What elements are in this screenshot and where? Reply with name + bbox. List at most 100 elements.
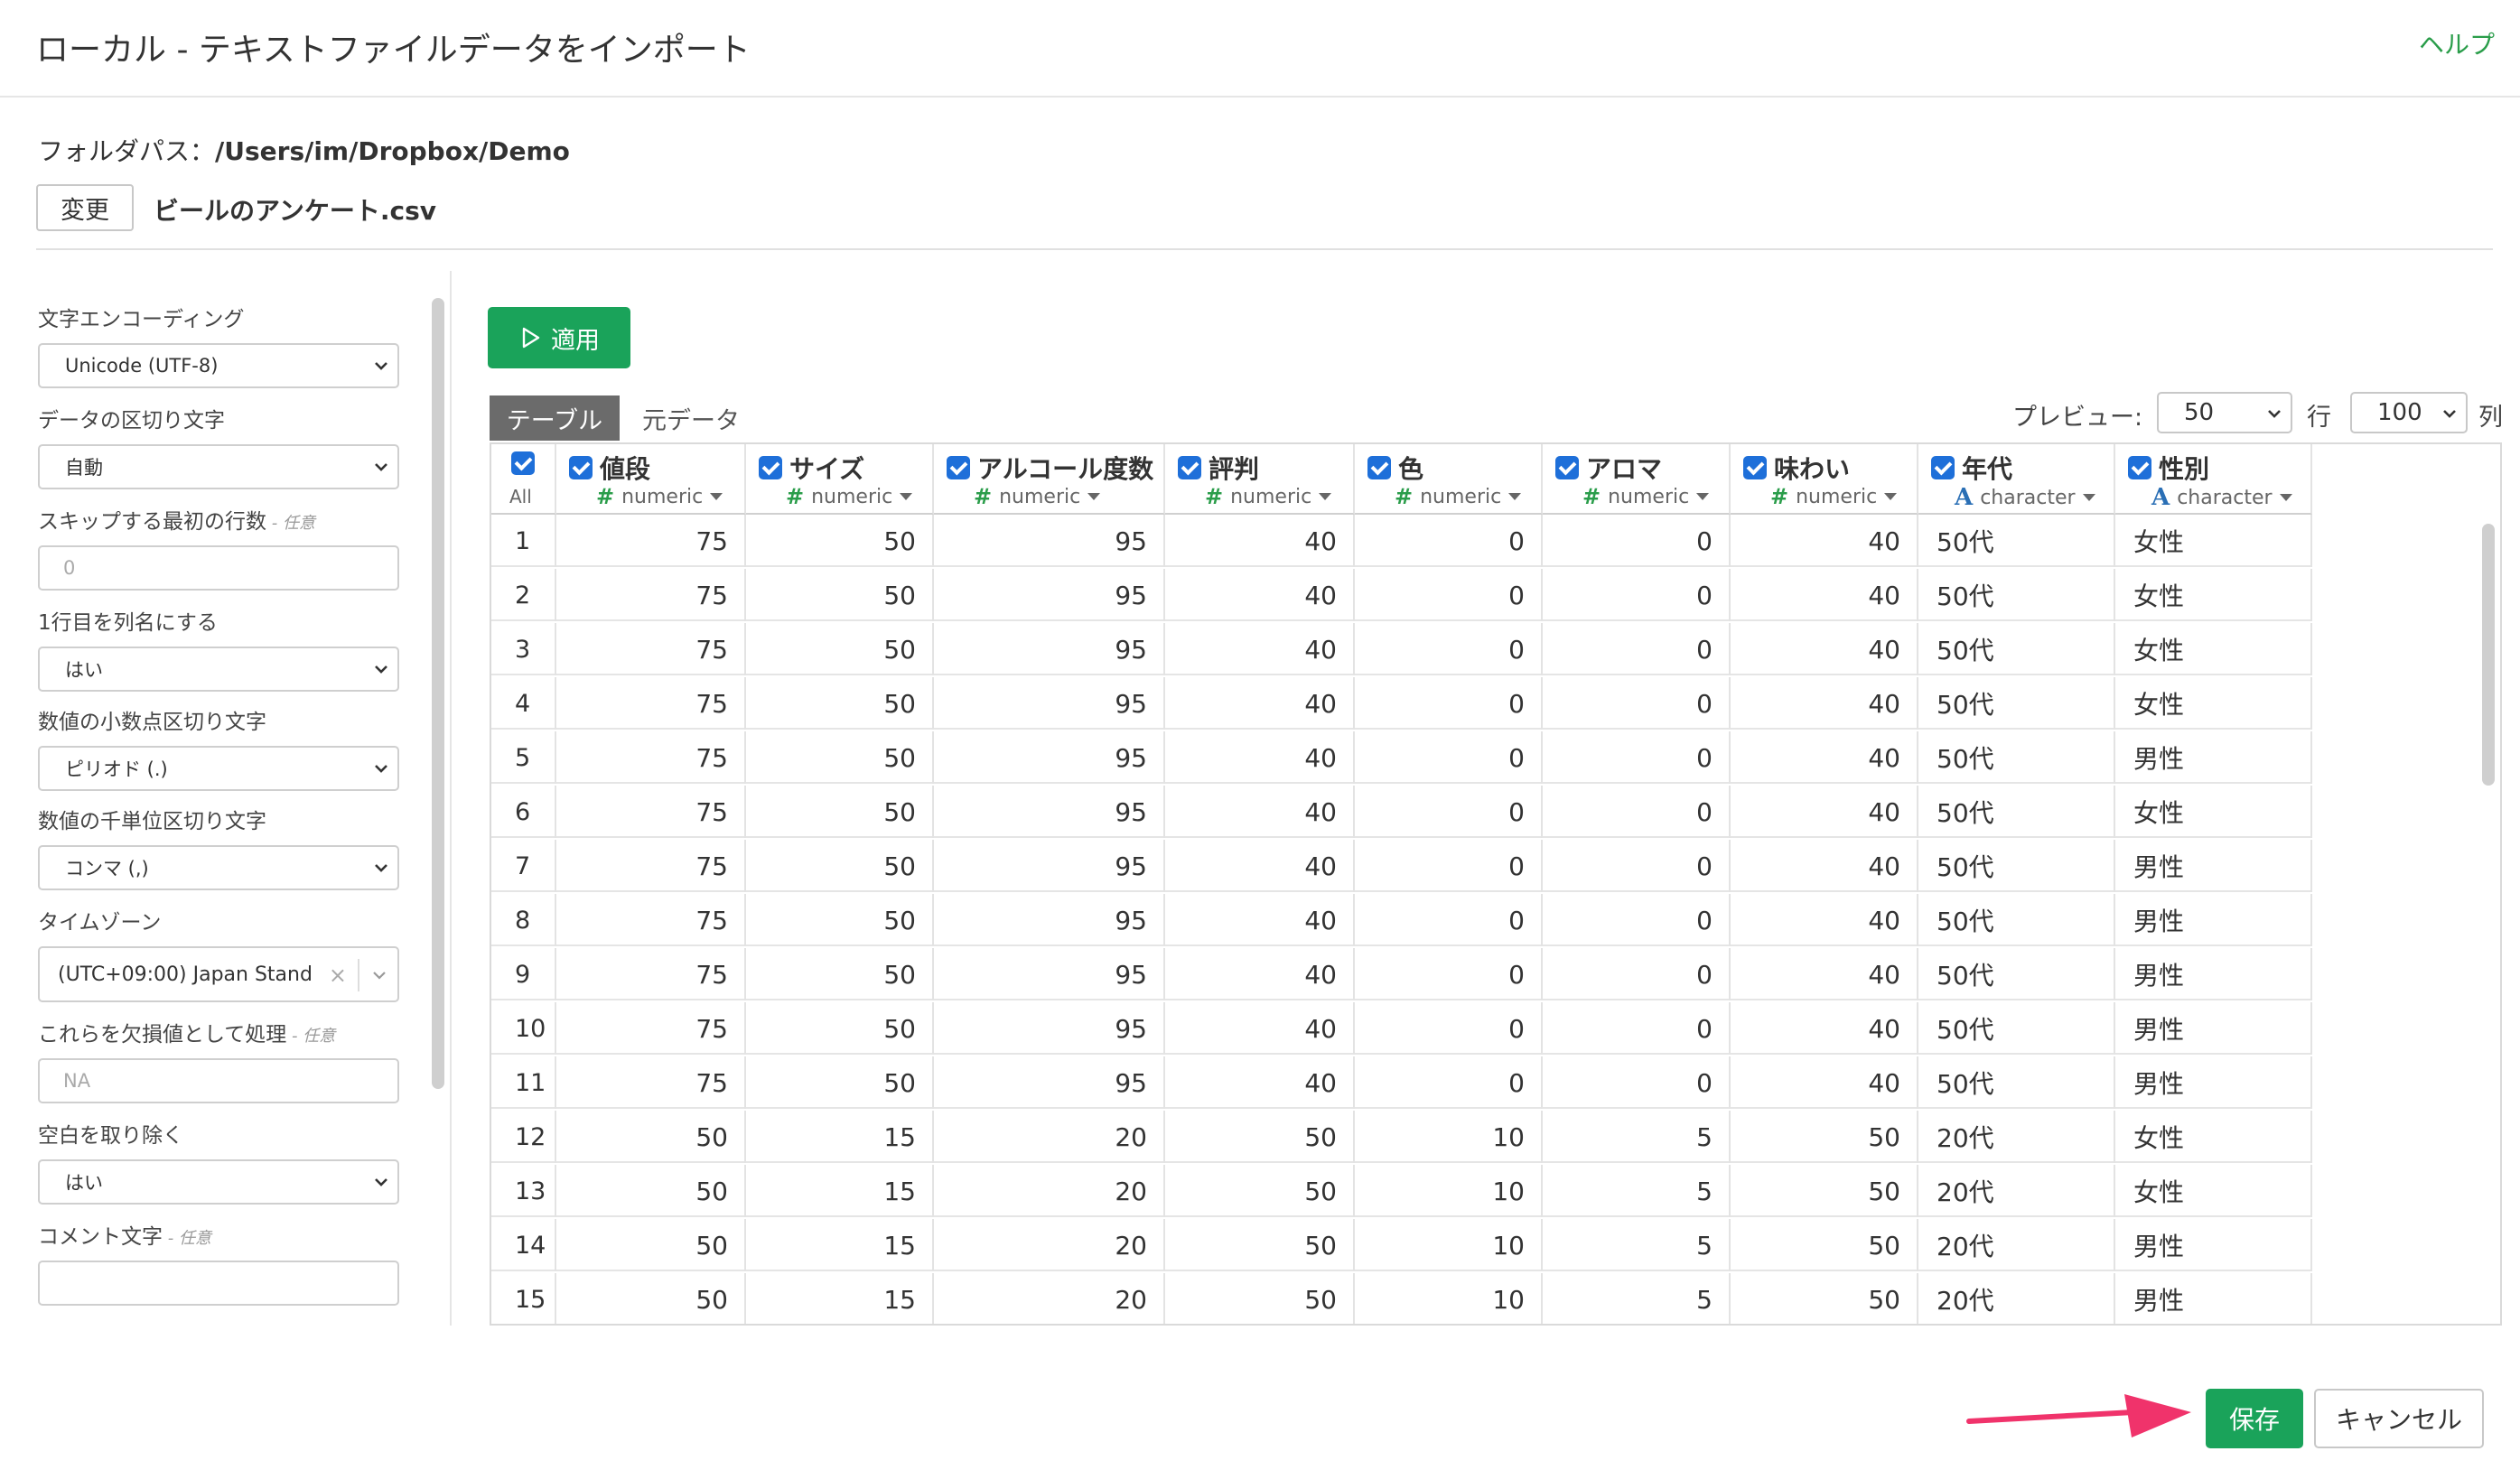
column-type-dropdown[interactable]: # numeric <box>1582 484 1710 509</box>
column-type-dropdown[interactable]: # numeric <box>1770 484 1898 509</box>
column-type-dropdown[interactable]: # numeric <box>1205 484 1332 509</box>
numeric-type-icon: # <box>1770 484 1789 509</box>
thousands-value: コンマ (,) <box>65 858 149 879</box>
settings-scrollbar[interactable] <box>430 271 444 1326</box>
column-name-text: 値段 <box>600 454 651 484</box>
table-scrollbar[interactable] <box>2482 524 2495 786</box>
table-row: 14 50 15 20 50 10 5 50 20代 男性 <box>491 1219 2312 1271</box>
table-cell: 40 <box>1165 1056 1355 1109</box>
column-checkbox[interactable] <box>1555 456 1579 479</box>
timezone-select[interactable]: (UTC+09:00) Japan Stand × <box>38 946 399 1002</box>
column-name-text: サイズ <box>789 454 865 484</box>
numeric-type-icon: # <box>1205 484 1224 509</box>
table-cell: 40 <box>1165 731 1355 784</box>
trim-label: 空白を取り除く <box>38 1124 183 1148</box>
table-cell: 0 <box>1355 1002 1543 1055</box>
table-cell: 0 <box>1355 623 1543 675</box>
chevron-down-icon <box>375 864 387 872</box>
column-type-dropdown[interactable]: # numeric <box>596 484 723 509</box>
column-type-text: numeric <box>1420 485 1502 508</box>
column-checkbox[interactable] <box>947 456 970 479</box>
panel-divider <box>450 271 452 1326</box>
cancel-button[interactable]: キャンセル <box>2314 1389 2484 1448</box>
apply-button[interactable]: 適用 <box>488 307 630 368</box>
column-header: 性別 Acharacter <box>2115 444 2312 515</box>
help-link[interactable]: ヘルプ <box>2419 25 2495 61</box>
table-cell: 95 <box>934 623 1165 675</box>
save-button[interactable]: 保存 <box>2206 1389 2303 1448</box>
decimal-select[interactable]: ピリオド (.) <box>38 746 399 791</box>
skip-rows-input[interactable]: 0 <box>38 545 399 591</box>
cols-unit: 列 <box>2478 404 2503 432</box>
preview-cols-value: 100 <box>2377 399 2422 426</box>
timezone-label: タイムゾーン <box>38 911 162 935</box>
table-cell: 0 <box>1543 623 1731 675</box>
column-type-dropdown[interactable]: # numeric <box>1395 484 1522 509</box>
column-type-dropdown[interactable]: Acharacter <box>1955 484 2095 511</box>
table-cell: 50代 <box>1918 515 2115 567</box>
encoding-select[interactable]: Unicode (UTF-8) <box>38 343 399 388</box>
column-type-dropdown[interactable]: Acharacter <box>2151 484 2292 511</box>
table-cell: 50 <box>746 677 934 730</box>
comment-label-text: コメント文字 <box>38 1225 163 1249</box>
timezone-value: (UTC+09:00) Japan Stand <box>58 963 313 986</box>
column-checkbox[interactable] <box>1931 456 1955 479</box>
na-values-input[interactable]: NA <box>38 1058 399 1103</box>
chevron-down-icon <box>375 362 387 370</box>
table-cell: 75 <box>556 1002 746 1055</box>
column-checkbox[interactable] <box>759 456 782 479</box>
tab-raw-data[interactable]: 元データ <box>632 395 750 441</box>
scrollbar-thumb[interactable] <box>432 298 444 1089</box>
table-cell: 50 <box>556 1273 746 1324</box>
column-name-text: アロマ <box>1586 454 1663 484</box>
column-name-text: 味わい <box>1774 454 1851 484</box>
table-cell: 40 <box>1165 948 1355 1000</box>
chevron-down-icon <box>375 463 387 471</box>
table-cell: 40 <box>1731 569 1918 621</box>
table-cell: 女性 <box>2115 1111 2312 1163</box>
table-cell: 95 <box>934 731 1165 784</box>
table-cell: 0 <box>1543 569 1731 621</box>
table-cell: 40 <box>1731 840 1918 892</box>
thousands-select[interactable]: コンマ (,) <box>38 845 399 890</box>
optional-hint: - 任意 <box>286 1027 336 1046</box>
column-checkbox[interactable] <box>569 456 593 479</box>
change-folder-button[interactable]: 変更 <box>36 184 134 231</box>
table-cell: 50代 <box>1918 840 2115 892</box>
comment-input[interactable] <box>38 1261 399 1306</box>
column-checkbox[interactable] <box>1367 456 1391 479</box>
table-cell: 女性 <box>2115 1165 2312 1217</box>
preview-rows-select[interactable]: 50 <box>2157 392 2292 433</box>
row-index: 12 <box>491 1111 556 1163</box>
table-cell: 50代 <box>1918 677 2115 730</box>
dialog-header: ローカル - テキストファイルデータをインポート ヘルプ <box>0 0 2520 98</box>
column-type-dropdown[interactable]: # numeric <box>974 484 1101 509</box>
optional-hint: - 任意 <box>266 514 315 533</box>
preview-cols-select[interactable]: 100 <box>2350 392 2468 433</box>
tab-table[interactable]: テーブル <box>490 395 620 441</box>
table-cell: 0 <box>1543 677 1731 730</box>
select-all-checkbox[interactable] <box>511 451 535 475</box>
table-cell: 50 <box>1731 1111 1918 1163</box>
play-icon <box>522 327 540 349</box>
table-cell: 50 <box>556 1165 746 1217</box>
column-checkbox[interactable] <box>2128 456 2151 479</box>
column-type-text: numeric <box>811 485 893 508</box>
column-type-dropdown[interactable]: # numeric <box>786 484 913 509</box>
table-row: 7 75 50 95 40 0 0 40 50代 男性 <box>491 840 2312 892</box>
table-cell: 50 <box>556 1111 746 1163</box>
table-cell: 男性 <box>2115 1056 2312 1109</box>
header-row-select[interactable]: はい <box>38 647 399 692</box>
column-name: アルコール度数 <box>947 450 1153 486</box>
table-cell: 5 <box>1543 1165 1731 1217</box>
delimiter-select[interactable]: 自動 <box>38 444 399 489</box>
trim-select[interactable]: はい <box>38 1159 399 1205</box>
clear-icon[interactable]: × <box>329 963 347 988</box>
table-row: 4 75 50 95 40 0 0 40 50代 女性 <box>491 677 2312 730</box>
table-cell: 0 <box>1543 786 1731 838</box>
table-cell: 95 <box>934 840 1165 892</box>
preview-rows-value: 50 <box>2184 399 2215 426</box>
column-checkbox[interactable] <box>1178 456 1201 479</box>
column-checkbox[interactable] <box>1743 456 1767 479</box>
table-cell: 40 <box>1165 569 1355 621</box>
